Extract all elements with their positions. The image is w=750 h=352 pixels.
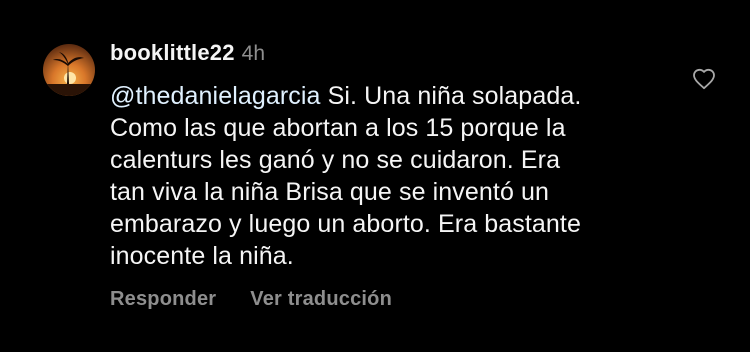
heart-outline-icon xyxy=(693,68,715,90)
avatar[interactable] xyxy=(43,44,95,96)
comment-line: Como las que abortan a los 15 porque la xyxy=(110,114,566,142)
comment-line: tan viva la niña Brisa que se inventó un xyxy=(110,178,549,206)
reply-button[interactable]: Responder xyxy=(110,288,216,311)
comment-line: embarazo y luego un aborto. Era bastante xyxy=(110,210,581,238)
comment-item: booklittle22 4h @thedanielagarcia Si. Un… xyxy=(0,0,750,352)
comment-line-text: Si. Una niña solapada. xyxy=(320,82,582,110)
like-button[interactable] xyxy=(692,68,716,90)
comment-line: @thedanielagarcia Si. Una niña solapada. xyxy=(110,80,670,112)
comment-header: booklittle22 4h xyxy=(110,40,265,68)
comment-text: @thedanielagarcia Si. Una niña solapada.… xyxy=(110,80,670,272)
comment-line: inocente la niña. xyxy=(110,242,294,270)
timestamp: 4h xyxy=(241,42,266,65)
comment-actions: Responder Ver traducción xyxy=(110,288,392,311)
avatar-sunset-image xyxy=(43,44,95,96)
comment-line: calenturs les ganó y no se cuidaron. Era xyxy=(110,146,561,174)
translate-button[interactable]: Ver traducción xyxy=(250,288,392,311)
mention-link[interactable]: @thedanielagarcia xyxy=(110,82,321,110)
username-link[interactable]: booklittle22 xyxy=(110,40,235,66)
